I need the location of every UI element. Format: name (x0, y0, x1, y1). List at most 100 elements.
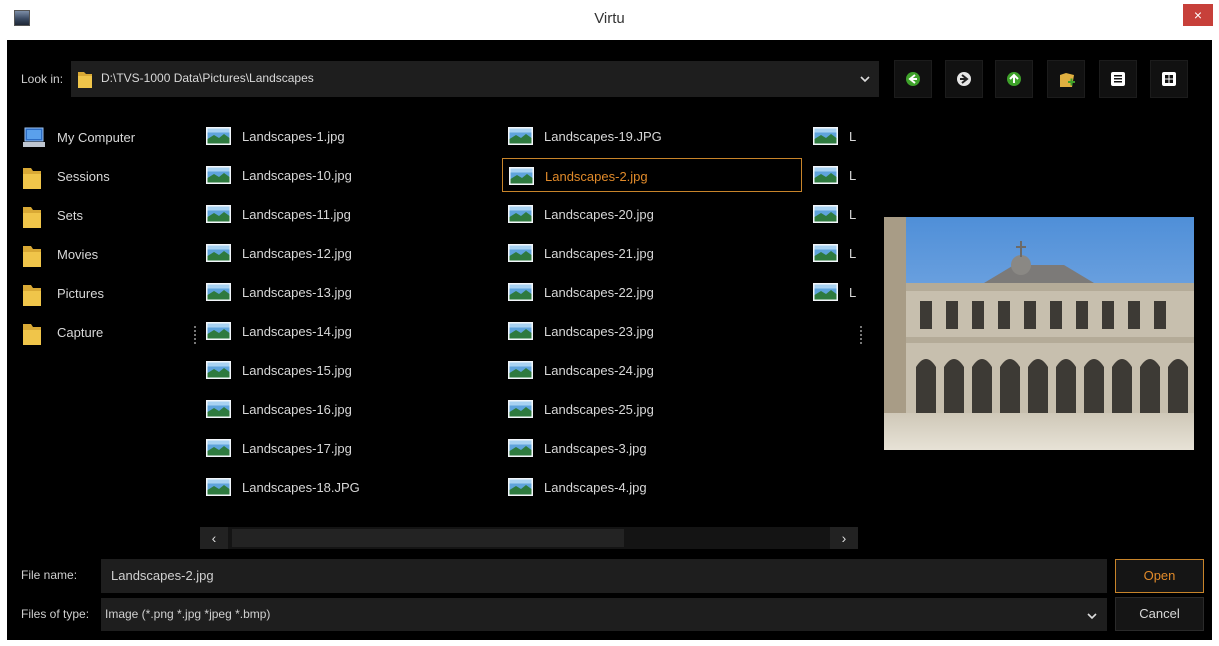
file-item[interactable]: Landscapes-23.jpg (502, 314, 802, 348)
sidebar-item-pictures[interactable]: Pictures (22, 281, 192, 307)
sidebar-item-capture[interactable]: Capture (22, 320, 192, 346)
forward-arrow-icon (957, 72, 971, 86)
file-item[interactable]: Landscapes-21.jpg (502, 236, 802, 270)
file-type-label: Files of type: (21, 607, 90, 621)
open-button[interactable]: Open (1115, 559, 1204, 593)
file-item[interactable]: Landscapes-12.jpg (200, 236, 500, 270)
file-item-label: Landscapes-18.JPG (242, 480, 360, 495)
file-item[interactable]: Landscapes-15.jpg (200, 353, 500, 387)
sidebar-item-label: Capture (57, 325, 104, 340)
sidebar-item-movies[interactable]: Movies (22, 242, 192, 268)
image-file-icon (206, 244, 231, 262)
image-file-icon (206, 166, 231, 184)
look-in-label: Look in: (21, 72, 64, 86)
image-file-icon (508, 127, 533, 145)
file-item[interactable]: L (807, 236, 867, 270)
file-item-label: Landscapes-23.jpg (544, 324, 654, 339)
image-file-icon (508, 322, 533, 340)
file-item-label: Landscapes-16.jpg (242, 402, 352, 417)
sidebar-item-my-computer[interactable]: My Computer (22, 125, 192, 151)
file-item-label: Landscapes-17.jpg (242, 441, 352, 456)
folder-icon (23, 246, 41, 267)
file-item[interactable]: Landscapes-16.jpg (200, 392, 500, 426)
image-preview (884, 217, 1194, 450)
file-item[interactable]: Landscapes-20.jpg (502, 197, 802, 231)
close-button[interactable]: × (1183, 4, 1213, 26)
file-item[interactable]: L (807, 120, 867, 153)
image-file-icon (508, 400, 533, 418)
file-item[interactable]: Landscapes-4.jpg (502, 470, 802, 504)
file-item-label: Landscapes-22.jpg (544, 285, 654, 300)
sidebar-item-label: My Computer (57, 130, 136, 145)
list-view-icon (1111, 72, 1125, 86)
file-item[interactable]: Landscapes-22.jpg (502, 275, 802, 309)
file-item[interactable]: Landscapes-1.jpg (200, 119, 500, 153)
scroll-right-button[interactable]: › (830, 527, 858, 549)
look-in-path: D:\TVS-1000 Data\Pictures\Landscapes (101, 71, 314, 85)
file-item-label: Landscapes-11.jpg (242, 207, 351, 222)
file-item[interactable]: Landscapes-19.JPG (502, 119, 802, 153)
file-name-input[interactable]: Landscapes-2.jpg (101, 559, 1107, 593)
image-file-icon (509, 167, 534, 185)
computer-icon (23, 127, 45, 147)
file-item-label: Landscapes-14.jpg (242, 324, 352, 339)
file-item-label: Landscapes-2.jpg (545, 169, 648, 184)
sidebar-item-label: Movies (57, 247, 99, 262)
chevron-down-icon[interactable] (860, 74, 870, 84)
horizontal-scrollbar[interactable]: ‹ › (200, 527, 858, 549)
file-item[interactable]: Landscapes-2.jpg (502, 158, 802, 192)
file-item[interactable]: Landscapes-13.jpg (200, 275, 500, 309)
file-item[interactable]: Landscapes-25.jpg (502, 392, 802, 426)
image-file-icon (813, 244, 838, 262)
folder-icon (23, 207, 41, 228)
file-type-select[interactable]: Image (*.png *.jpg *jpeg *.bmp) (101, 598, 1107, 631)
sidebar-item-sessions[interactable]: Sessions (22, 164, 192, 190)
splitter-handle[interactable] (860, 326, 862, 344)
file-item[interactable]: Landscapes-18.JPG (200, 470, 500, 504)
up-folder-button[interactable] (995, 60, 1033, 98)
file-item[interactable]: Landscapes-14.jpg (200, 314, 500, 348)
file-item[interactable]: L (807, 275, 867, 309)
file-item[interactable]: Landscapes-17.jpg (200, 431, 500, 465)
image-file-icon (813, 127, 838, 145)
file-item-label: Landscapes-10.jpg (242, 168, 352, 183)
file-column-partial: L L L L L (807, 120, 867, 320)
image-file-icon (813, 205, 838, 223)
image-file-icon (508, 361, 533, 379)
forward-button[interactable] (945, 60, 983, 98)
image-file-icon (206, 205, 231, 223)
file-item[interactable]: Landscapes-11.jpg (200, 197, 500, 231)
image-file-icon (206, 478, 231, 496)
scroll-left-button[interactable]: ‹ (200, 527, 228, 549)
back-button[interactable] (894, 60, 932, 98)
file-item-label: Landscapes-13.jpg (242, 285, 352, 300)
image-file-icon (508, 478, 533, 496)
image-file-icon (508, 283, 533, 301)
cancel-button[interactable]: Cancel (1115, 597, 1204, 631)
file-item-label: L (849, 285, 857, 300)
file-item-label: Landscapes-19.JPG (544, 129, 662, 144)
file-item-label: Landscapes-3.jpg (544, 441, 647, 456)
file-item[interactable]: Landscapes-10.jpg (200, 158, 500, 192)
scrollbar-thumb[interactable] (232, 529, 624, 547)
splitter-handle[interactable] (194, 326, 196, 344)
folder-icon (23, 285, 41, 306)
detail-view-button[interactable] (1150, 60, 1188, 98)
file-item[interactable]: Landscapes-3.jpg (502, 431, 802, 465)
file-item-label: Landscapes-1.jpg (242, 129, 345, 144)
folder-icon (23, 324, 41, 345)
image-file-icon (508, 205, 533, 223)
file-item[interactable]: Landscapes-24.jpg (502, 353, 802, 387)
file-item-label: L (849, 246, 857, 261)
sidebar-item-sets[interactable]: Sets (22, 203, 192, 229)
list-view-button[interactable] (1099, 60, 1137, 98)
image-file-icon (206, 127, 231, 145)
image-file-icon (508, 439, 533, 457)
file-item[interactable]: L (807, 197, 867, 231)
file-item-label: Landscapes-4.jpg (544, 480, 647, 495)
file-dialog-window: Virtu × Look in: D:\TVS-1000 Data\Pictur… (0, 0, 1219, 646)
image-file-icon (206, 322, 231, 340)
new-folder-button[interactable] (1047, 60, 1085, 98)
file-item[interactable]: L (807, 158, 867, 192)
up-arrow-icon (1007, 72, 1021, 86)
